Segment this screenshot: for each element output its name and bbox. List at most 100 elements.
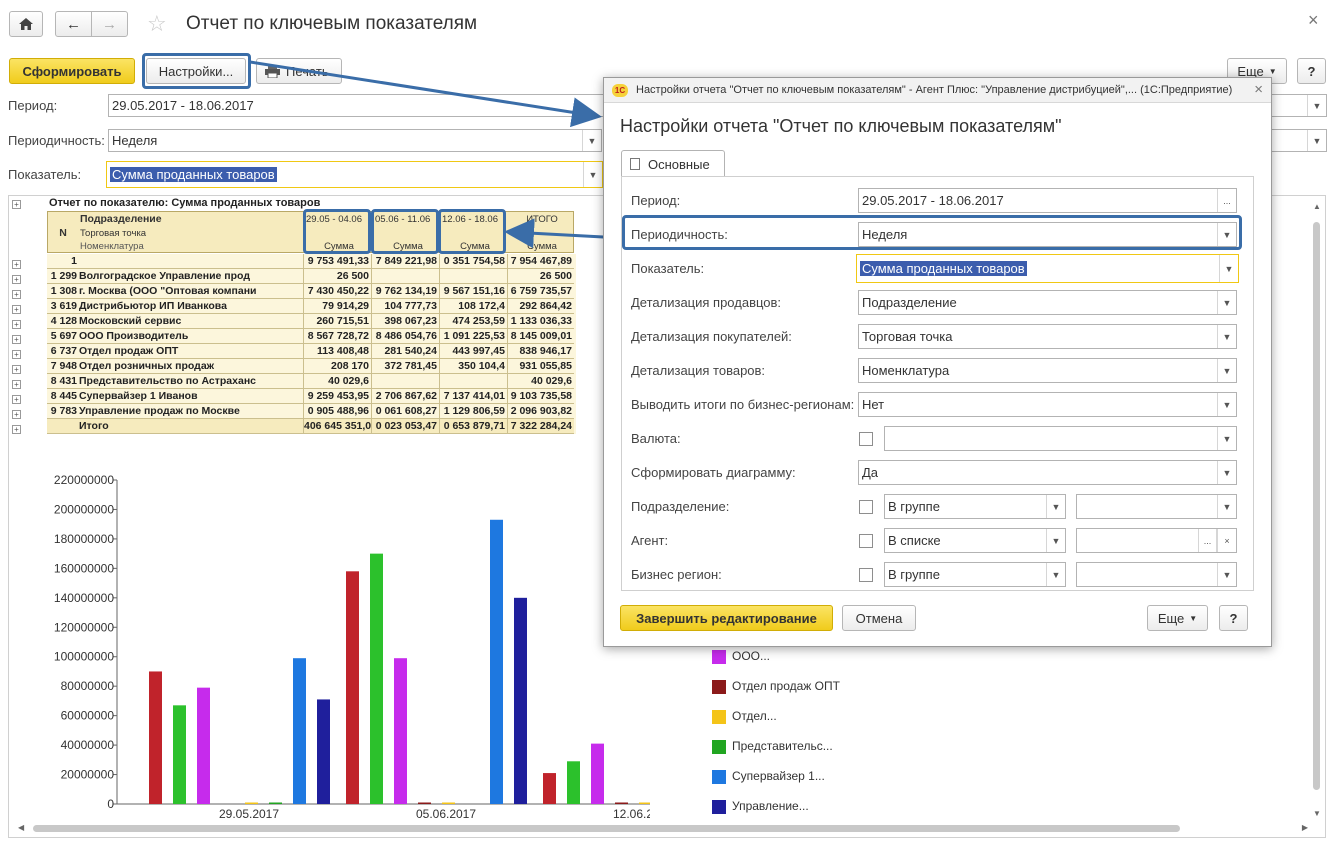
row-value-v2: 398 067,23 xyxy=(371,314,439,328)
dialog-checkbox[interactable] xyxy=(859,500,873,514)
row-value-v3: 1 091 225,53 xyxy=(439,329,507,343)
expand-plus-icon[interactable]: + xyxy=(12,335,21,344)
print-button[interactable]: Печать xyxy=(256,58,342,84)
comparison-select[interactable]: В группе ▼ xyxy=(884,494,1066,519)
back-button[interactable]: ← xyxy=(55,11,92,37)
table-row: 6 737 Отдел продаж ОПТ 113 408,48 281 540,2… xyxy=(47,344,574,359)
expand-plus-icon[interactable]: + xyxy=(12,365,21,374)
dialog-field-2[interactable]: Сумма проданных товаров ▼ xyxy=(856,254,1239,283)
chevron-down-icon[interactable]: ▼ xyxy=(1307,95,1326,116)
filter-value-field[interactable]: ▼ xyxy=(1076,562,1237,587)
chevron-down-icon[interactable]: ▼ xyxy=(582,130,601,151)
expand-plus-icon[interactable]: + xyxy=(12,395,21,404)
comparison-select[interactable]: В группе ▼ xyxy=(884,562,1066,587)
generate-button[interactable]: Сформировать xyxy=(9,58,135,84)
dialog-field-4[interactable]: Торговая точка ▼ xyxy=(858,324,1237,349)
expand-plus-icon[interactable]: + xyxy=(12,275,21,284)
horizontal-scrollbar[interactable]: ◀ ▶ xyxy=(18,822,1308,834)
period-field[interactable]: 29.05.2017 - 18.06.2017 xyxy=(108,94,608,117)
dialog-help-button[interactable]: ? xyxy=(1219,605,1248,631)
cancel-button[interactable]: Отмена xyxy=(842,605,916,631)
finish-editing-button[interactable]: Завершить редактирование xyxy=(620,605,833,631)
scroll-up-icon[interactable]: ▲ xyxy=(1313,202,1321,211)
chevron-down-icon[interactable]: ▼ xyxy=(1046,495,1065,518)
row-value-v2: 9 762 134,19 xyxy=(371,284,439,298)
header-period-2: 05.06 - 11.06 xyxy=(375,214,431,225)
dialog-field-0[interactable]: 29.05.2017 - 18.06.2017... xyxy=(858,188,1237,213)
expand-plus-icon[interactable]: + xyxy=(12,260,21,269)
chevron-down-icon[interactable]: ▼ xyxy=(1217,393,1236,416)
legend-label: Супервайзер 1... xyxy=(732,769,825,783)
chevron-down-icon[interactable]: ▼ xyxy=(1217,495,1236,518)
favorite-star-icon[interactable]: ☆ xyxy=(147,11,167,37)
chevron-down-icon[interactable]: ▼ xyxy=(1219,255,1238,282)
expand-plus-icon[interactable]: + xyxy=(12,200,21,209)
dialog-checkbox[interactable] xyxy=(859,568,873,582)
chevron-down-icon[interactable]: ▼ xyxy=(1217,223,1236,246)
bar xyxy=(591,743,604,804)
row-value-v1: 406 645 351,06 xyxy=(303,419,371,433)
help-button[interactable]: ? xyxy=(1297,58,1326,84)
expand-plus-icon[interactable]: + xyxy=(12,305,21,314)
indicator-field[interactable]: Сумма проданных товаров ▼ xyxy=(106,161,603,188)
expand-plus-icon[interactable]: + xyxy=(12,425,21,434)
row-value-total: 9 103 735,58 xyxy=(507,389,574,403)
row-value-v2: 8 486 054,76 xyxy=(371,329,439,343)
expand-plus-icon[interactable]: + xyxy=(12,350,21,359)
vertical-scrollbar[interactable]: ▲ ▼ xyxy=(1311,202,1323,818)
horizontal-scroll-thumb[interactable] xyxy=(33,825,1180,832)
chevron-down-icon[interactable]: ▼ xyxy=(1217,427,1236,450)
row-value-total: 2 096 903,82 xyxy=(507,404,574,418)
chevron-down-icon[interactable]: ▼ xyxy=(1046,529,1065,552)
x-tick-label: 12.06.2017 xyxy=(613,807,650,821)
expand-plus-icon[interactable]: + xyxy=(12,410,21,419)
comparison-select[interactable]: В списке ▼ xyxy=(884,528,1066,553)
filter-value-field[interactable]: ▼ xyxy=(1076,494,1237,519)
chevron-down-icon[interactable]: ▼ xyxy=(1217,563,1236,586)
dialog-field-8[interactable]: Да ▼ xyxy=(858,460,1237,485)
scroll-left-icon[interactable]: ◀ xyxy=(18,823,24,832)
scroll-down-icon[interactable]: ▼ xyxy=(1313,809,1321,818)
dialog-checkbox[interactable] xyxy=(859,432,873,446)
dialog-field-value: Номенклатура xyxy=(862,363,950,378)
y-tick-label: 20000000 xyxy=(61,768,115,782)
expand-plus-icon[interactable]: + xyxy=(12,380,21,389)
row-number: 8 431 xyxy=(50,375,77,387)
chevron-down-icon[interactable]: ▼ xyxy=(1217,359,1236,382)
chevron-down-icon[interactable]: ▼ xyxy=(583,162,602,187)
indicator-label: Показатель: xyxy=(8,167,82,182)
periodicity-field-right-edge[interactable]: ▼ xyxy=(1270,129,1327,152)
expand-plus-icon[interactable]: + xyxy=(12,320,21,329)
dialog-field-1[interactable]: Неделя ▼ xyxy=(858,222,1237,247)
period-field-right-edge[interactable]: ▼ xyxy=(1270,94,1327,117)
dialog-more-button[interactable]: Еще ▼ xyxy=(1147,605,1208,631)
chevron-down-icon[interactable]: ▼ xyxy=(1217,325,1236,348)
table-row: 1 308 г. Москва (ООО "Оптовая компани 7 43… xyxy=(47,284,574,299)
close-icon[interactable]: × xyxy=(1308,10,1319,31)
forward-button[interactable]: → xyxy=(91,11,128,37)
currency-field[interactable]: ▼ xyxy=(884,426,1237,451)
row-name: Итого xyxy=(79,420,109,432)
bar xyxy=(197,687,210,804)
home-button[interactable] xyxy=(9,11,43,37)
bar xyxy=(149,671,162,804)
dialog-checkbox[interactable] xyxy=(859,534,873,548)
dialog-field-6[interactable]: Нет ▼ xyxy=(858,392,1237,417)
dialog-field-3[interactable]: Подразделение ▼ xyxy=(858,290,1237,315)
chevron-down-icon[interactable]: ▼ xyxy=(1217,461,1236,484)
dialog-field-5[interactable]: Номенклатура ▼ xyxy=(858,358,1237,383)
clear-icon[interactable]: × xyxy=(1217,529,1236,552)
settings-button[interactable]: Настройки... xyxy=(146,58,246,84)
dialog-fields: Период: 29.05.2017 - 18.06.2017... Периоди… xyxy=(604,78,1273,598)
chevron-down-icon[interactable]: ▼ xyxy=(1217,291,1236,314)
periodicity-field[interactable]: Неделя ▼ xyxy=(108,129,602,152)
ellipsis-icon[interactable]: ... xyxy=(1217,189,1236,212)
y-tick-label: 120000000 xyxy=(54,620,114,634)
ellipsis-icon[interactable]: ... xyxy=(1198,529,1217,552)
chevron-down-icon[interactable]: ▼ xyxy=(1046,563,1065,586)
chevron-down-icon[interactable]: ▼ xyxy=(1307,130,1326,151)
expand-plus-icon[interactable]: + xyxy=(12,290,21,299)
vertical-scroll-thumb[interactable] xyxy=(1313,222,1320,790)
scroll-right-icon[interactable]: ▶ xyxy=(1302,823,1308,832)
filter-value-field[interactable]: ... × xyxy=(1076,528,1237,553)
